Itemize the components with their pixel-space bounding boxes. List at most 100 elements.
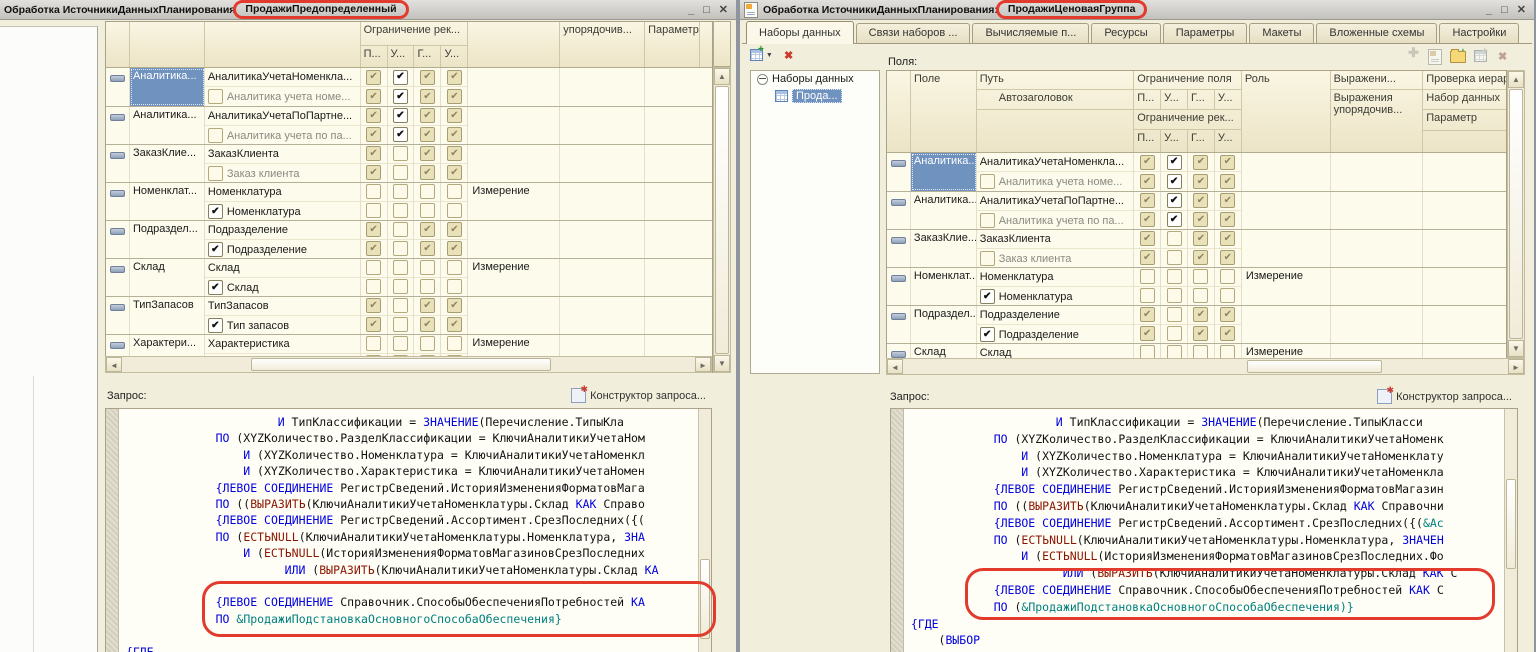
restriction-checkbox[interactable]: ✔ [1220, 155, 1235, 170]
role-cell[interactable] [468, 107, 560, 144]
ordering-expression-cell[interactable] [560, 68, 645, 106]
role-cell[interactable] [1242, 306, 1331, 343]
restriction-checkbox[interactable]: ✔ [393, 108, 408, 123]
tree-item-dataset[interactable]: Прода... [751, 87, 879, 105]
restriction-checkbox[interactable]: ✔ [366, 184, 381, 199]
field-path-cell[interactable]: Склад✔Склад [205, 259, 361, 296]
restriction-checkbox[interactable]: ✔ [366, 89, 381, 104]
row-grip-icon[interactable] [110, 266, 125, 273]
restriction-checkbox[interactable]: ✔ [393, 165, 408, 180]
restriction-checkbox[interactable]: ✔ [447, 279, 462, 294]
restriction-checkbox[interactable]: ✔ [393, 184, 408, 199]
role-cell[interactable] [1242, 153, 1331, 191]
minimize-icon[interactable]: _ [1486, 5, 1492, 15]
field-path-cell[interactable]: ТипЗапасов✔Тип запасов [205, 297, 361, 334]
right-fields-table[interactable]: Поле Путь Автозаголовок Ограничение поля… [886, 70, 1507, 375]
right-query-editor[interactable]: И ТипКлассификации = ЗНАЧЕНИЕ(Перечислен… [890, 408, 1518, 652]
row-grip-icon[interactable] [110, 304, 125, 311]
field-name-cell[interactable]: Аналитика... [130, 68, 205, 106]
restriction-checkbox[interactable]: ✔ [447, 146, 462, 161]
row-grip-icon[interactable] [891, 237, 906, 244]
restriction-checkbox[interactable]: ✔ [393, 203, 408, 218]
ordering-expression-cell[interactable] [1331, 153, 1424, 191]
restriction-checkbox[interactable]: ✔ [420, 127, 435, 142]
right-table-vscrollbar[interactable]: ▲ ▼ [1507, 70, 1525, 358]
ordering-expression-cell[interactable] [1331, 268, 1424, 305]
datasets-tree[interactable]: Наборы данных Прода... [750, 70, 880, 374]
restriction-checkbox[interactable]: ✔ [1193, 288, 1208, 303]
restriction-checkbox[interactable]: ✔ [393, 298, 408, 313]
restriction-checkbox[interactable]: ✔ [420, 298, 435, 313]
row-grip-icon[interactable] [891, 351, 906, 358]
restriction-checkbox[interactable]: ✔ [393, 336, 408, 351]
restriction-checkbox[interactable]: ✔ [1140, 250, 1155, 265]
restriction-checkbox[interactable]: ✔ [1193, 193, 1208, 208]
restriction-checkbox[interactable]: ✔ [447, 70, 462, 85]
tab-6[interactable]: Макеты [1249, 23, 1314, 43]
field-path-cell[interactable]: Номенклатура✔Номенклатура [205, 183, 361, 220]
field-name-cell[interactable]: Склад [130, 259, 205, 296]
restriction-checkbox[interactable]: ✔ [1140, 231, 1155, 246]
left-side-panel[interactable] [0, 26, 98, 652]
restriction-checkbox[interactable]: ✔ [1193, 174, 1208, 189]
role-cell[interactable] [468, 221, 560, 258]
add-field-button[interactable]: ✚ [1408, 50, 1419, 56]
left-window-titlebar[interactable]: Обработка ИсточникиДанныхПланирования Пр… [0, 0, 736, 20]
field-name-cell[interactable]: ТипЗапасов [130, 297, 205, 334]
row-grip-icon[interactable] [891, 160, 906, 167]
restriction-checkbox[interactable]: ✔ [366, 317, 381, 332]
restriction-checkbox[interactable]: ✔ [366, 203, 381, 218]
restriction-checkbox[interactable]: ✔ [366, 70, 381, 85]
restriction-checkbox[interactable]: ✔ [1167, 250, 1182, 265]
restriction-checkbox[interactable]: ✔ [1220, 193, 1235, 208]
ordering-expression-cell[interactable] [560, 259, 645, 296]
row-grip-icon[interactable] [110, 228, 125, 235]
right-table-hscrollbar[interactable]: ◄ ► [886, 358, 1525, 375]
restriction-checkbox[interactable]: ✔ [420, 184, 435, 199]
row-grip-icon[interactable] [110, 114, 125, 121]
title-checkbox[interactable]: ✔ [208, 204, 223, 219]
restriction-checkbox[interactable]: ✔ [447, 165, 462, 180]
restriction-checkbox[interactable]: ✔ [1220, 212, 1235, 227]
ordering-expression-cell[interactable] [560, 145, 645, 182]
restriction-checkbox[interactable]: ✔ [447, 89, 462, 104]
restriction-checkbox[interactable]: ✔ [393, 241, 408, 256]
role-cell[interactable]: Измерение [1242, 268, 1331, 305]
restriction-checkbox[interactable]: ✔ [420, 241, 435, 256]
ordering-expression-cell[interactable] [560, 297, 645, 334]
title-checkbox[interactable]: ✔ [980, 213, 995, 228]
delete-dataset-button[interactable]: ✖ [784, 49, 793, 62]
restriction-checkbox[interactable]: ✔ [1140, 174, 1155, 189]
restriction-checkbox[interactable]: ✔ [447, 222, 462, 237]
restriction-checkbox[interactable]: ✔ [1140, 212, 1155, 227]
ordering-expression-cell[interactable] [560, 107, 645, 144]
scrollbar-thumb[interactable] [1509, 89, 1523, 339]
restriction-checkbox[interactable]: ✔ [366, 336, 381, 351]
restriction-checkbox[interactable]: ✔ [393, 127, 408, 142]
right-query-vscrollbar[interactable] [1504, 409, 1517, 652]
field-name-cell[interactable]: Аналитика... [911, 192, 977, 229]
scroll-down-icon[interactable]: ▼ [1508, 340, 1524, 357]
restriction-checkbox[interactable]: ✔ [420, 89, 435, 104]
row-grip-icon[interactable] [891, 275, 906, 282]
restriction-checkbox[interactable]: ✔ [447, 317, 462, 332]
field-path-cell[interactable]: ЗаказКлиента✔Заказ клиента [205, 145, 361, 182]
table-row[interactable]: Аналитика...АналитикаУчетаПоПартне...✔Ан… [887, 191, 1506, 229]
tab-2[interactable]: Связи наборов ... [856, 23, 971, 43]
parameter-cell[interactable] [645, 107, 700, 144]
role-cell[interactable] [468, 145, 560, 182]
restriction-checkbox[interactable]: ✔ [366, 260, 381, 275]
restriction-checkbox[interactable]: ✔ [1167, 269, 1182, 284]
restriction-checkbox[interactable]: ✔ [420, 146, 435, 161]
restriction-checkbox[interactable]: ✔ [1167, 288, 1182, 303]
role-cell[interactable] [468, 297, 560, 334]
parameter-cell[interactable] [645, 183, 700, 220]
parameter-cell[interactable] [645, 259, 700, 296]
title-checkbox[interactable]: ✔ [208, 280, 223, 295]
row-grip-icon[interactable] [110, 190, 125, 197]
field-path-cell[interactable]: Подразделение✔Подразделение [205, 221, 361, 258]
restriction-checkbox[interactable]: ✔ [447, 336, 462, 351]
field-name-cell[interactable]: ЗаказКлие... [130, 145, 205, 182]
restriction-checkbox[interactable]: ✔ [1140, 193, 1155, 208]
row-grip-icon[interactable] [891, 199, 906, 206]
